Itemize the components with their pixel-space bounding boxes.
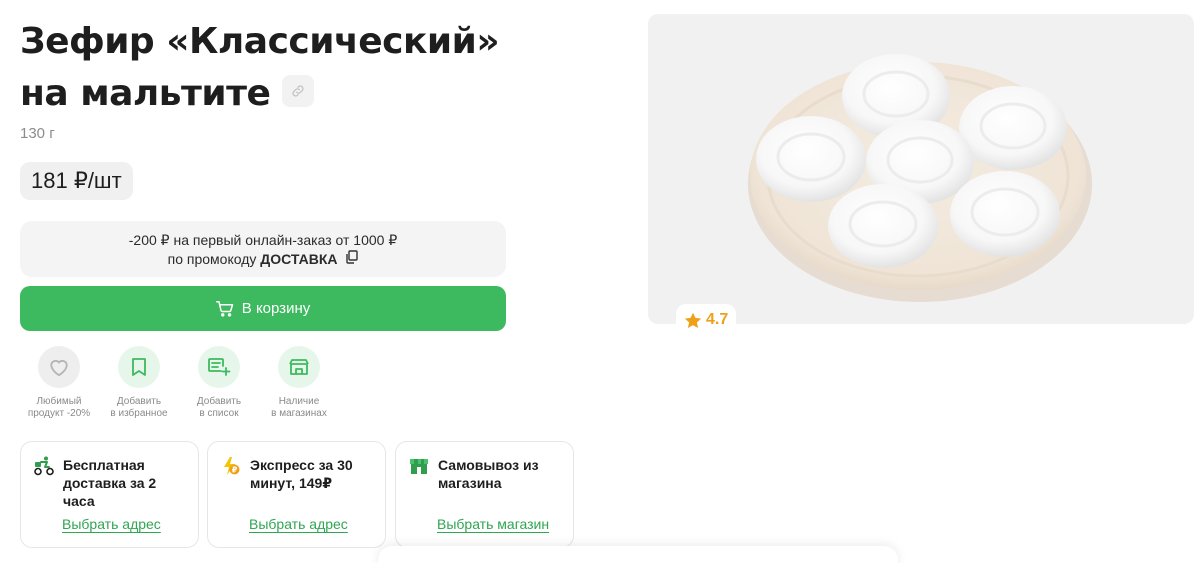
star-icon [684, 312, 702, 328]
action-label: Любимый продукт -20% [27, 396, 91, 419]
bookmark-icon [132, 358, 146, 376]
promo-line1: -200 ₽ на первый онлайн-заказ от 1000 ₽ [128, 232, 398, 248]
pickup-store-icon [410, 459, 428, 474]
heart-icon [50, 360, 68, 377]
product-weight: 130 г [20, 125, 55, 142]
copy-link-button[interactable] [282, 75, 315, 107]
delivery-title: Самовывоз из магазина [438, 457, 539, 491]
rating-value: 4.7 [706, 311, 729, 328]
delivery-title: Бесплатная доставка за 2 часа [63, 457, 157, 509]
express-lightning-icon: ₽ [224, 457, 240, 475]
select-address-link[interactable]: Выбрать адрес [249, 516, 348, 532]
action-label: Добавить в избранное [110, 396, 168, 419]
promo-banner: -200 ₽ на первый онлайн-заказ от 1000 ₽ … [20, 221, 506, 277]
product-title: Зефир «Классический» на мальтите [20, 16, 580, 120]
product-title-line2: на мальтите [20, 73, 271, 114]
select-address-link[interactable]: Выбрать адрес [62, 516, 161, 532]
store-availability-action[interactable]: Наличие в магазинах [260, 346, 338, 420]
price-badge: 181 ₽/шт [20, 162, 133, 200]
promo-code: ДОСТАВКА [260, 251, 338, 267]
copy-icon[interactable] [345, 250, 359, 269]
product-image[interactable] [648, 14, 1194, 324]
add-to-favorites-action[interactable]: Добавить в избранное [100, 346, 178, 420]
delivery-title: Экспресс за 30 минут, 149₽ [250, 457, 353, 491]
marshmallow-plate-illustration [748, 54, 1092, 302]
product-actions: Любимый продукт -20% Добавить в избранно… [20, 346, 340, 420]
add-to-list-icon [208, 358, 231, 376]
add-to-cart-label: В корзину [241, 300, 311, 317]
store-icon [289, 359, 309, 375]
action-label: Наличие в магазинах [271, 396, 327, 419]
link-icon [292, 85, 304, 97]
select-store-link[interactable]: Выбрать магазин [437, 516, 549, 532]
bottom-panel [378, 546, 898, 563]
product-title-line1: Зефир «Классический» [20, 21, 500, 62]
courier-bike-icon [34, 456, 54, 476]
action-label: Добавить в список [196, 396, 242, 419]
delivery-option-express: ₽ Экспресс за 30 минут, 149₽ Выбрать адр… [207, 441, 386, 548]
promo-prefix: по промокоду [167, 251, 257, 267]
cart-icon [215, 301, 234, 317]
delivery-option-free: Бесплатная доставка за 2 часа Выбрать ад… [20, 441, 199, 548]
delivery-option-pickup: Самовывоз из магазина Выбрать магазин [395, 441, 574, 548]
favorite-product-action[interactable]: Любимый продукт -20% [20, 346, 98, 420]
add-to-list-action[interactable]: Добавить в список [180, 346, 258, 420]
svg-text:₽: ₽ [232, 466, 238, 475]
add-to-cart-button[interactable]: В корзину [20, 286, 506, 331]
rating-badge: 4.7 [676, 304, 737, 336]
